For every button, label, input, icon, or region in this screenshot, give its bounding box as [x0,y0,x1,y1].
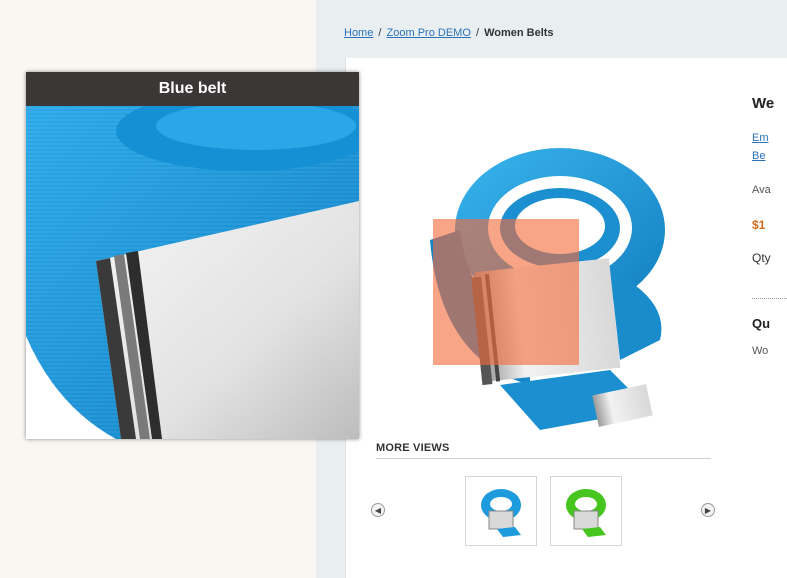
thumbnail-blue-belt[interactable] [465,476,537,546]
more-views-divider [376,458,711,459]
breadcrumb: Home / Zoom Pro DEMO / Women Belts [344,27,554,39]
divider [752,298,787,299]
quick-overview-heading: Qu [752,316,771,331]
review-link[interactable]: Be [752,150,787,162]
thumbnail-green-belt[interactable] [550,476,622,546]
chevron-left-icon: ◀ [374,505,382,515]
breadcrumb-current: Women Belts [484,27,554,39]
breadcrumb-home-link[interactable]: Home [344,27,373,39]
qty-label: Qty [752,251,771,265]
prev-arrow-button[interactable]: ◀ [371,503,385,517]
blue-belt-thumbnail-image [481,489,521,537]
product-price: $1 [752,218,766,232]
zoom-title: Blue belt [26,72,359,106]
breadcrumb-separator: / [378,27,382,39]
product-description: Wo [752,345,769,357]
breadcrumb-demo-link[interactable]: Zoom Pro DEMO [387,27,471,39]
zoomed-image [26,106,359,439]
breadcrumb-separator: / [475,27,480,39]
product-title: We [752,95,775,112]
chevron-right-icon: ▶ [704,505,712,515]
availability-text: Ava [752,184,771,196]
email-friend-link[interactable]: Em [752,132,787,144]
zoom-window: Blue belt [26,72,359,439]
next-arrow-button[interactable]: ▶ [701,503,715,517]
green-belt-thumbnail-image [566,489,606,537]
more-views-label: MORE VIEWS [376,442,450,454]
zoom-lens[interactable] [433,219,579,365]
